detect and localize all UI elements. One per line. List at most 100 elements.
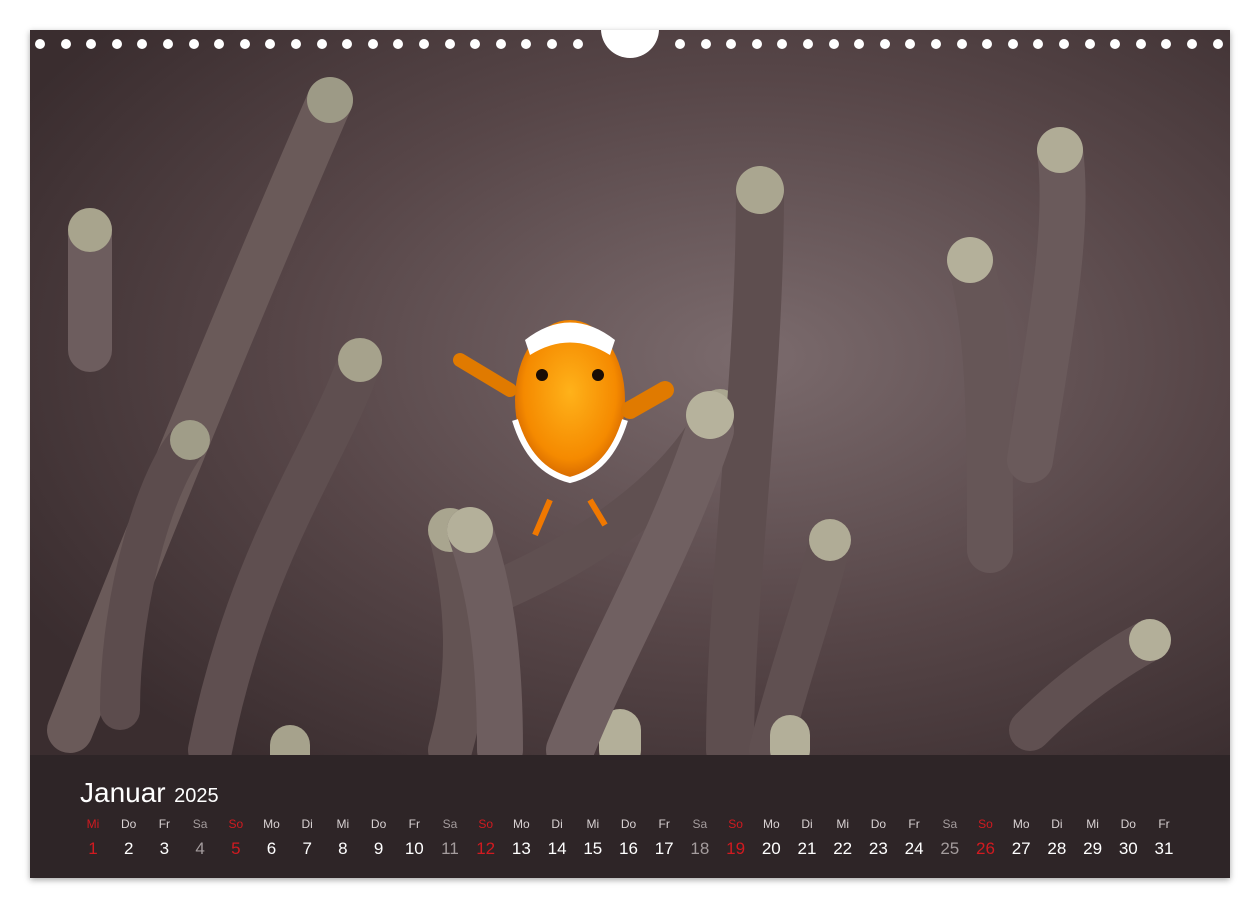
- day-number: 10: [404, 839, 424, 858]
- binding-hole: [265, 39, 276, 49]
- calendar-day: Mo 6: [254, 817, 290, 859]
- weekday-label: Di: [551, 817, 563, 831]
- day-number: 23: [868, 839, 888, 858]
- day-number: 21: [797, 839, 817, 858]
- day-number: 24: [904, 839, 924, 858]
- calendar-day: Mo 20: [753, 817, 789, 859]
- binding-hole: [163, 39, 173, 49]
- day-number: 26: [976, 839, 995, 858]
- binding-hole: [1212, 39, 1223, 49]
- calendar-day: Fr 31: [1146, 817, 1182, 859]
- weekday-label: Sa: [942, 817, 958, 831]
- day-number: 13: [511, 839, 531, 858]
- day-number: 14: [547, 839, 567, 858]
- binding-hole: [879, 39, 890, 49]
- binding-hole: [470, 39, 481, 49]
- year: 2025: [174, 785, 219, 807]
- weekday-label: Do: [870, 817, 887, 831]
- weekday-label: Mi: [86, 817, 100, 831]
- weekday-label: Mi: [1086, 817, 1099, 831]
- calendar-day: So 5: [218, 817, 254, 859]
- day-number: 22: [833, 839, 853, 858]
- calendar-day: Sa 25: [932, 817, 968, 859]
- weekday-label: So: [728, 817, 743, 831]
- day-number: 28: [1047, 839, 1067, 858]
- day-number: 12: [476, 839, 496, 858]
- binding-hole: [1110, 39, 1121, 49]
- weekday-label: Fr: [658, 817, 670, 831]
- binding-hole: [1084, 39, 1095, 49]
- calendar-day: Fr 24: [896, 817, 932, 859]
- day-number: 20: [761, 839, 781, 858]
- day-number: 1: [88, 839, 98, 858]
- day-number: 4: [195, 839, 205, 858]
- weekday-label: Mo: [263, 817, 280, 831]
- binding-hole: [675, 39, 685, 49]
- wall-calendar-page: Januar 2025 Mi 1 Do 2 Fr 3 Sa 4 So 5 Mo 6 Di 7 Mi 8 Do 9 F…: [30, 30, 1230, 878]
- calendar-day: Mo 27: [1003, 817, 1039, 859]
- weekday-label: Do: [370, 817, 387, 831]
- binding-hole: [982, 39, 993, 49]
- binding-hole: [419, 39, 429, 49]
- binding-hole: [86, 39, 97, 49]
- day-number: 7: [302, 839, 312, 858]
- binding-hole: [214, 39, 225, 49]
- weekday-label: Mo: [513, 817, 530, 831]
- calendar-day: Do 2: [111, 817, 147, 859]
- calendar-day: So 19: [718, 817, 754, 859]
- calendar-day: Di 7: [289, 817, 325, 859]
- weekday-label: Do: [1120, 817, 1136, 831]
- day-number: 18: [690, 839, 710, 858]
- weekday-label: Mo: [1012, 817, 1030, 831]
- binding-hole: [521, 39, 532, 49]
- weekday-label: Mi: [586, 817, 600, 831]
- calendar-day: Mo 13: [503, 817, 539, 859]
- day-number: 15: [583, 839, 603, 858]
- calendar-day: Mi 1: [75, 817, 111, 859]
- binding-hole: [1059, 39, 1069, 49]
- weekday-label: Mi: [836, 817, 850, 831]
- binding-hole: [726, 39, 737, 49]
- calendar-day: Di 21: [789, 817, 825, 859]
- calendar-day: Sa 4: [182, 817, 218, 859]
- binding-hole: [828, 39, 839, 49]
- calendar-day: Mi 8: [325, 817, 361, 859]
- calendar-day: Do 9: [361, 817, 397, 859]
- binding-hole: [444, 39, 455, 49]
- day-number: 30: [1118, 839, 1138, 858]
- calendar-day: Fr 3: [146, 817, 182, 859]
- binding-hole: [291, 39, 301, 49]
- day-number: 27: [1011, 839, 1031, 858]
- weekday-label: Fr: [408, 817, 420, 831]
- calendar-day: Fr 17: [646, 817, 682, 859]
- day-number: 19: [726, 839, 746, 858]
- binding-hole: [367, 39, 378, 49]
- binding-hole: [956, 39, 967, 49]
- day-number: 17: [654, 839, 674, 858]
- weekday-label: Di: [1051, 817, 1063, 831]
- binding-hole: [1135, 39, 1146, 49]
- weekday-label: Fr: [158, 817, 171, 831]
- calendar-day: Do 23: [860, 817, 896, 859]
- binding-hole: [188, 39, 199, 49]
- calendar-day: Fr 10: [396, 817, 432, 859]
- binding-hole: [1007, 39, 1018, 49]
- calendar-day: Mi 29: [1075, 817, 1111, 859]
- calendar-day: Mi 15: [575, 817, 611, 859]
- day-number: 31: [1154, 839, 1174, 858]
- weekday-label: Do: [121, 817, 137, 831]
- weekday-label: So: [478, 817, 494, 831]
- binding-hole: [1033, 39, 1044, 49]
- day-number: 29: [1083, 839, 1103, 858]
- calendar-day: Do 16: [611, 817, 647, 859]
- weekday-label: Do: [620, 817, 637, 831]
- binding-hole: [803, 39, 813, 49]
- binding-hole: [60, 39, 71, 49]
- binding-hole: [35, 39, 45, 49]
- calendar-bar: Januar 2025 Mi 1 Do 2 Fr 3 Sa 4 So 5 Mo 6 Di 7 Mi 8 Do 9 F…: [30, 755, 1230, 878]
- binding-hole: [572, 39, 583, 49]
- binding-hole: [931, 39, 941, 49]
- weekday-label: Sa: [192, 817, 208, 831]
- calendar-day: Sa 11: [432, 817, 468, 859]
- calendar-day: So 26: [968, 817, 1004, 859]
